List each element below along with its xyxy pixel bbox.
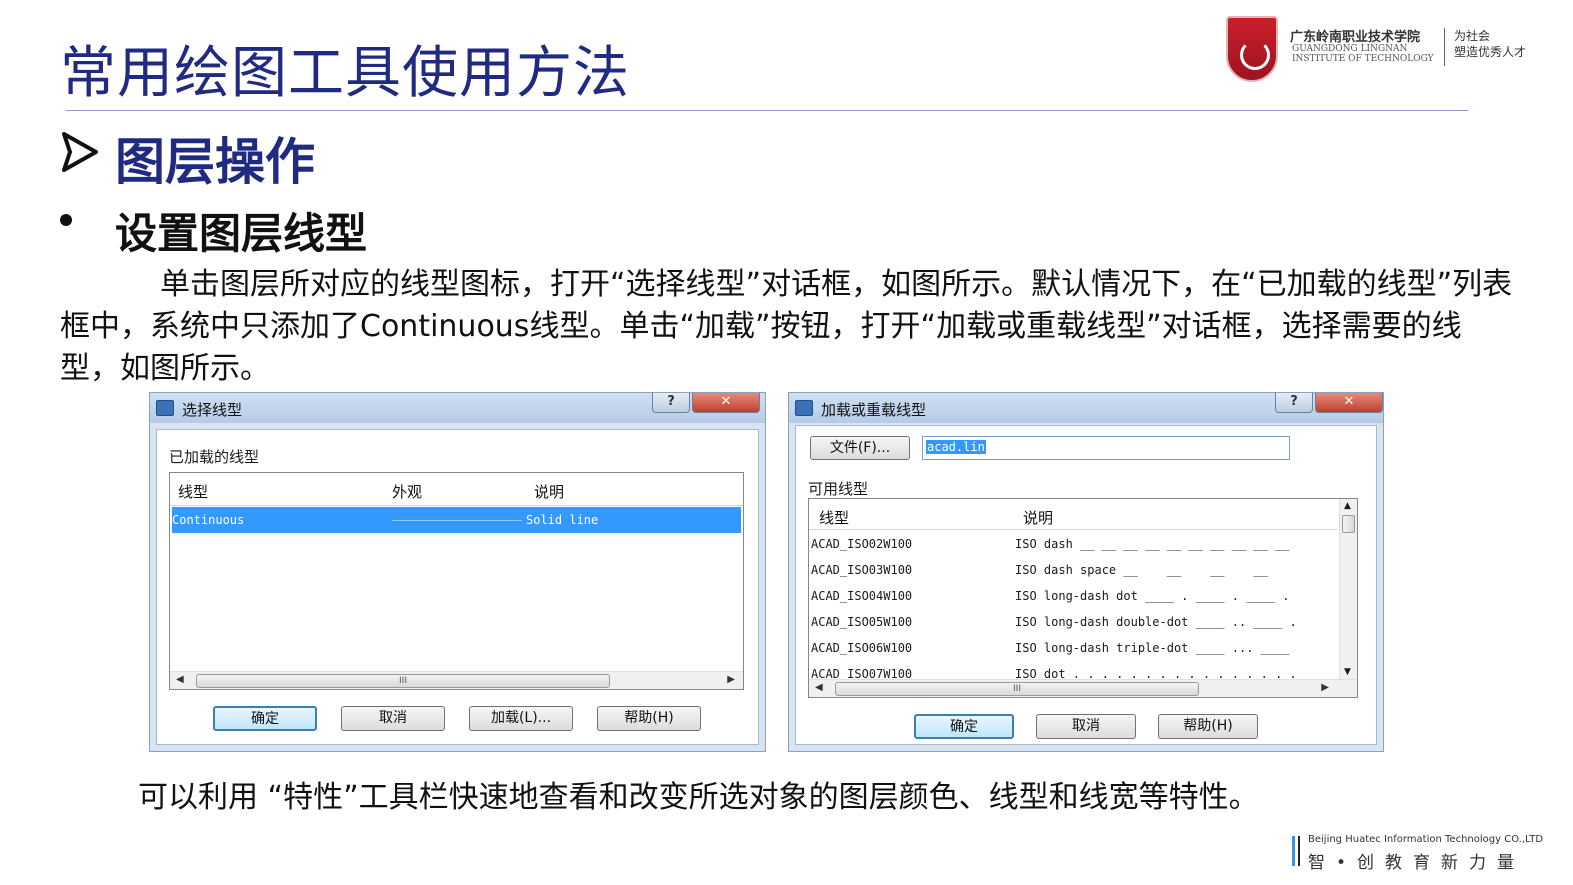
college-name-en: GUANGDONG LINGNAN INSTITUTE OF TECHNOLOG… <box>1292 44 1434 64</box>
scroll-down-icon[interactable]: ▼ <box>1344 667 1351 677</box>
column-header-description[interactable]: 说明 <box>534 481 564 502</box>
subsection-heading: 设置图层线型 <box>115 209 368 258</box>
bullet-icon <box>60 214 72 226</box>
dialog-titlebar[interactable]: 选择线型 ? ✕ <box>150 393 765 423</box>
help-button[interactable]: 帮助(H) <box>1158 714 1258 739</box>
dialog-body: 文件(F)... acad.lin 可用线型 线型 说明 ACAD_ISO02W… <box>795 425 1377 745</box>
footer-accent-bar <box>1298 836 1300 866</box>
help-button[interactable]: 帮助(H) <box>597 706 701 731</box>
body-paragraph: 单击图层所对应的线型图标，打开“选择线型”对话框，如图所示。默认情况下，在“已加… <box>60 267 1513 386</box>
table-row[interactable]: Continuous __________________ Solid line <box>172 507 741 533</box>
column-header-description[interactable]: 说明 <box>1023 507 1053 528</box>
footer-accent-bar <box>1292 836 1295 866</box>
load-button[interactable]: 加载(L)... <box>469 706 573 731</box>
section-arrow-icon <box>62 132 98 172</box>
horizontal-scrollbar[interactable]: ◀ III ▶ <box>809 679 1357 697</box>
column-header-appearance[interactable]: 外观 <box>392 481 422 502</box>
table-row[interactable]: ACAD_ISO02W100 ISO dash __ __ __ __ __ __… <box>811 531 1335 557</box>
app-icon <box>156 400 174 416</box>
linetype-rows: ACAD_ISO02W100 ISO dash __ __ __ __ __ __… <box>809 531 1337 681</box>
dialog-body: 已加载的线型 线型 外观 说明 Continuous _____________… <box>156 429 759 745</box>
load-linetype-dialog: 加载或重载线型 ? ✕ 文件(F)... acad.lin 可用线型 线型 说明… <box>788 392 1384 752</box>
table-row[interactable]: ACAD_ISO06W100 ISO long-dash triple-dot _… <box>811 635 1335 661</box>
scroll-thumb[interactable]: III <box>196 674 610 688</box>
table-row[interactable]: ACAD_ISO05W100 ISO long-dash double-dot _… <box>811 609 1335 635</box>
college-name-cn: 广东岭南职业技术学院 <box>1290 30 1421 45</box>
close-icon[interactable]: ✕ <box>692 393 760 413</box>
dialog-title: 加载或重载线型 <box>821 401 927 419</box>
loaded-linetypes-list[interactable]: 线型 外观 说明 Continuous __________________ S… <box>169 472 744 690</box>
scroll-thumb-vertical[interactable] <box>1342 515 1355 533</box>
linetype-description: Solid line <box>526 513 599 527</box>
dialog-title: 选择线型 <box>182 401 243 419</box>
dialog-titlebar[interactable]: 加载或重载线型 ? ✕ <box>789 393 1383 423</box>
footer-brand: Beijing Huatec Information Technology CO… <box>1292 834 1562 874</box>
college-shield-icon <box>1226 16 1278 82</box>
vertical-scrollbar[interactable]: ▲ ▼ <box>1339 499 1357 679</box>
cancel-button[interactable]: 取消 <box>341 706 445 731</box>
college-slogan: 为社会 塑造优秀人才 <box>1454 29 1527 59</box>
logo-separator <box>1444 28 1445 66</box>
cancel-button[interactable]: 取消 <box>1036 714 1136 739</box>
scroll-thumb[interactable]: III <box>835 682 1199 696</box>
ok-button[interactable]: 确定 <box>914 714 1014 739</box>
help-question-icon[interactable]: ? <box>652 393 690 413</box>
app-icon <box>795 400 813 416</box>
select-linetype-dialog: 选择线型 ? ✕ 已加载的线型 线型 外观 说明 Continuous ____… <box>149 392 766 752</box>
ok-button[interactable]: 确定 <box>213 706 317 731</box>
slide-title: 常用绘图工具使用方法 <box>60 41 630 106</box>
column-header-linetype[interactable]: 线型 <box>819 507 849 528</box>
table-row[interactable]: ACAD_ISO03W100 ISO dash space __ __ __ __ <box>811 557 1335 583</box>
scroll-right-icon[interactable]: ▶ <box>1321 682 1329 693</box>
table-row[interactable]: ACAD_ISO07W100 ISO dot . . . . . . . . . … <box>811 661 1335 681</box>
loaded-linetypes-label: 已加载的线型 <box>169 448 260 466</box>
file-input[interactable]: acad.lin <box>922 436 1290 460</box>
available-linetypes-label: 可用线型 <box>808 480 869 498</box>
file-input-value: acad.lin <box>926 440 986 454</box>
table-row[interactable]: ACAD_ISO04W100 ISO long-dash dot ____ . _… <box>811 583 1335 609</box>
scroll-left-icon[interactable]: ◀ <box>815 682 823 693</box>
column-header-linetype[interactable]: 线型 <box>178 481 208 502</box>
footer-company-en: Beijing Huatec Information Technology CO… <box>1308 834 1544 845</box>
section-heading: 图层操作 <box>115 133 315 191</box>
linetype-appearance: __________________ <box>392 507 523 521</box>
horizontal-scrollbar[interactable]: ◀ III ▶ <box>170 671 743 689</box>
close-icon[interactable]: ✕ <box>1315 393 1383 413</box>
available-linetypes-list[interactable]: 线型 说明 ACAD_ISO02W100 ISO dash __ __ __ __… <box>808 498 1358 698</box>
scroll-left-icon[interactable]: ◀ <box>176 674 184 685</box>
linetype-name: Continuous <box>172 513 245 527</box>
scroll-up-icon[interactable]: ▲ <box>1344 501 1351 511</box>
college-logo: 广东岭南职业技术学院 GUANGDONG LINGNAN INSTITUTE O… <box>1226 14 1556 86</box>
bottom-note: 可以利用 “特性”工具栏快速地查看和改变所选对象的图层颜色、线型和线宽等特性。 <box>138 780 1259 815</box>
footer-motto-cn: 智•创教育新力量 <box>1308 853 1526 873</box>
help-question-icon[interactable]: ? <box>1275 393 1313 413</box>
title-divider <box>66 110 1468 111</box>
file-button[interactable]: 文件(F)... <box>810 436 910 460</box>
scroll-right-icon[interactable]: ▶ <box>727 674 735 685</box>
